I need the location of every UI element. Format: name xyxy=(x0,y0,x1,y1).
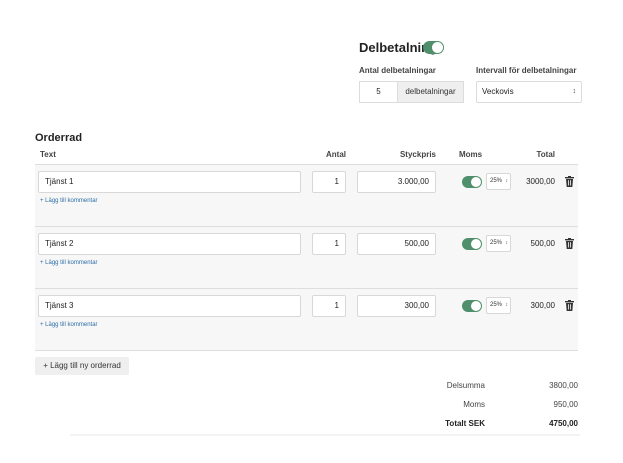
intervall-select-value: Veckovis xyxy=(482,87,514,96)
row-text-input[interactable]: Tjänst 1 xyxy=(38,171,301,193)
row-text-input[interactable]: Tjänst 2 xyxy=(38,233,301,255)
trash-icon[interactable] xyxy=(565,238,574,249)
footer-divider xyxy=(70,434,580,436)
col-header-moms: Moms xyxy=(459,150,483,159)
row-vat-value: 25% xyxy=(490,178,503,184)
col-header-antal: Antal xyxy=(326,150,346,159)
trash-icon[interactable] xyxy=(565,300,574,311)
col-header-total: Total xyxy=(536,150,555,159)
add-order-row-button[interactable]: + Lägg till ny orderrad xyxy=(35,357,129,375)
row-moms-toggle[interactable] xyxy=(462,176,482,188)
order-row: Tjänst 2 1 500,00 25% ↕ 500,00 + Lägg til… xyxy=(35,226,578,289)
row-moms-toggle[interactable] xyxy=(462,238,482,250)
total-label: Totalt SEK xyxy=(445,419,485,428)
orderrad-title: Orderrad xyxy=(35,132,83,144)
row-antal-input[interactable]: 1 xyxy=(312,171,346,193)
row-moms-toggle[interactable] xyxy=(462,300,482,312)
row-total: 3000,00 xyxy=(526,177,555,186)
rows-bottom-divider xyxy=(35,350,578,351)
row-vat-select[interactable]: 25% ↕ xyxy=(486,173,511,190)
add-comment-link[interactable]: + Lägg till kommentar xyxy=(40,260,98,266)
select-arrows-icon: ↕ xyxy=(505,178,509,184)
intervall-select[interactable]: Veckovis ↕ xyxy=(476,81,582,103)
order-row: Tjänst 3 1 300,00 25% ↕ 300,00 + Lägg til… xyxy=(35,288,578,351)
row-total: 500,00 xyxy=(530,239,555,248)
trash-icon[interactable] xyxy=(565,176,574,187)
col-header-styckpris: Styckpris xyxy=(399,150,436,159)
total-value: 4750,00 xyxy=(549,419,578,428)
row-antal-input[interactable]: 1 xyxy=(312,233,346,255)
select-arrows-icon: ↕ xyxy=(505,240,509,246)
col-header-text: Text xyxy=(40,150,56,159)
row-vat-select[interactable]: 25% ↕ xyxy=(486,235,511,252)
delsumma-value: 3800,00 xyxy=(549,381,578,390)
moms-value: 950,00 xyxy=(553,400,578,409)
row-vat-value: 25% xyxy=(490,302,503,308)
row-styckpris-input[interactable]: 500,00 xyxy=(357,233,436,255)
order-row: Tjänst 1 1 3.000,00 25% ↕ 3000,00 + Lägg … xyxy=(35,164,578,227)
row-styckpris-input[interactable]: 300,00 xyxy=(357,295,436,317)
add-comment-link[interactable]: + Lägg till kommentar xyxy=(40,198,98,204)
select-arrows-icon: ↕ xyxy=(505,302,509,308)
select-arrows-icon: ↕ xyxy=(572,88,577,95)
moms-label: Moms xyxy=(463,400,485,409)
intervall-label: Intervall för delbetalningar xyxy=(476,66,577,75)
delsumma-label: Delsumma xyxy=(446,381,485,390)
row-text-input[interactable]: Tjänst 3 xyxy=(38,295,301,317)
antal-delbetalningar-input[interactable]: 5 xyxy=(359,81,397,103)
add-comment-link[interactable]: + Lägg till kommentar xyxy=(40,322,98,328)
antal-delbetalningar-label: Antal delbetalningar xyxy=(359,66,436,75)
row-vat-select[interactable]: 25% ↕ xyxy=(486,297,511,314)
antal-delbetalningar-addon: delbetalningar xyxy=(397,81,464,103)
row-antal-input[interactable]: 1 xyxy=(312,295,346,317)
row-total: 300,00 xyxy=(530,301,555,310)
row-styckpris-input[interactable]: 3.000,00 xyxy=(357,171,436,193)
delbetalning-toggle[interactable] xyxy=(423,41,444,54)
row-vat-value: 25% xyxy=(490,240,503,246)
